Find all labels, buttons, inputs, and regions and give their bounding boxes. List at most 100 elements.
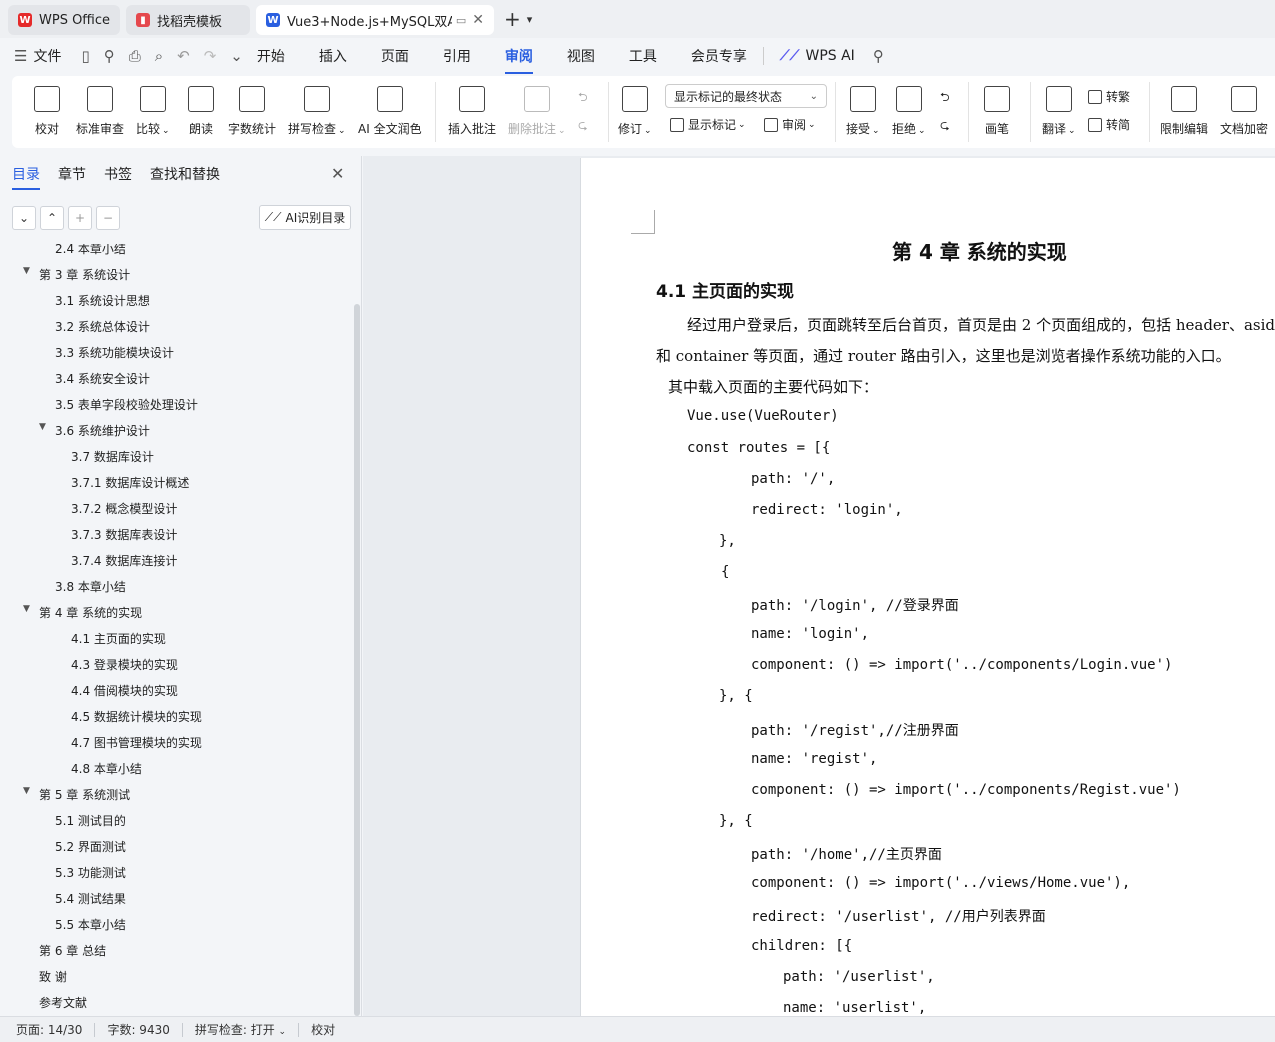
toc-item[interactable]: 5.4 测试结果 xyxy=(55,890,126,907)
toc-item[interactable]: 3.1 系统设计思想 xyxy=(55,292,150,309)
toc-item[interactable]: 4.8 本章小结 xyxy=(71,760,142,777)
caret-down-icon[interactable]: ▼ xyxy=(23,604,30,614)
toc-item[interactable]: ▼ 3.6 系统维护设计 xyxy=(39,422,150,439)
share-icon[interactable]: ⚲ xyxy=(104,47,115,65)
close-icon[interactable]: ✕ xyxy=(331,164,344,183)
chevron-down-icon[interactable]: ▾ xyxy=(527,13,533,26)
pen-button[interactable]: 画笔 xyxy=(984,82,1010,137)
toc-item[interactable]: ▼ 第 3 章 系统设计 xyxy=(23,266,130,283)
menu-insert[interactable]: 插入 xyxy=(319,46,347,66)
toc-item[interactable]: 3.5 表单字段校验处理设计 xyxy=(55,396,198,413)
accept-button[interactable]: 接受 ⌄ xyxy=(846,82,880,137)
tab-wps-office[interactable]: W WPS Office xyxy=(8,5,120,35)
collapse-icon[interactable]: ⌃ xyxy=(40,206,64,230)
toc-item[interactable]: 5.3 功能测试 xyxy=(55,864,126,881)
search-icon[interactable]: ⚲ xyxy=(873,47,884,65)
toc-item[interactable]: 3.7.4 数据库连接计 xyxy=(71,552,177,569)
toc-item[interactable]: 3.3 系统功能模块设计 xyxy=(55,344,174,361)
expand-icon[interactable]: ⌄ xyxy=(12,206,36,230)
ai-toc-button[interactable]: ⟋⟋ AI识别目录 xyxy=(259,205,351,230)
monitor-icon[interactable]: ▭ xyxy=(456,14,466,27)
caret-down-icon[interactable]: ▼ xyxy=(23,266,30,276)
track-changes-button[interactable]: 修订 ⌄ xyxy=(618,82,652,137)
menu-references[interactable]: 引用 xyxy=(443,46,471,66)
toc-item[interactable]: 3.7.1 数据库设计概述 xyxy=(71,474,189,491)
menu-page[interactable]: 页面 xyxy=(381,46,409,66)
to-simplified-button[interactable]: 转简 xyxy=(1088,116,1130,133)
caret-down-icon[interactable]: ▼ xyxy=(23,786,30,796)
spell-check-button[interactable]: 拼写检查 ⌄ xyxy=(288,82,346,137)
menu-home[interactable]: 开始 xyxy=(257,46,285,66)
read-aloud-button[interactable]: 朗读 xyxy=(188,82,214,137)
encrypt-button[interactable]: 文档加密 xyxy=(1220,82,1268,137)
wps-ai-button[interactable]: ⟋⟋ WPS AI xyxy=(780,48,855,64)
next-change-icon[interactable]: ⮎ xyxy=(940,116,950,137)
standard-review-button[interactable]: 标准审查 xyxy=(76,82,124,137)
toc-item[interactable]: 5.1 测试目的 xyxy=(55,812,126,829)
menu-tools[interactable]: 工具 xyxy=(629,46,657,66)
tab-document[interactable]: W Vue3+Node.js+MySQL双A ▭ ✕ xyxy=(256,5,494,35)
toc-item[interactable]: 4.3 登录模块的实现 xyxy=(71,656,178,673)
print-icon[interactable]: ⎙ xyxy=(129,47,141,65)
toc-item[interactable]: ▼ 第 4 章 系统的实现 xyxy=(23,604,142,621)
tab-templates[interactable]: ▮ 找稻壳模板 xyxy=(126,5,250,35)
toc-item[interactable]: 3.4 系统安全设计 xyxy=(55,370,150,387)
menu-member[interactable]: 会员专享 xyxy=(691,46,747,66)
document-page[interactable]: 第 4 章 系统的实现 4.1 主页面的实现 经过用户登录后，页面跳转至后台首页… xyxy=(580,158,1275,1016)
previous-change-icon[interactable]: ⮌ xyxy=(940,88,950,109)
next-comment-icon[interactable]: ⮎ xyxy=(578,116,588,137)
toc-item[interactable]: 4.4 借阅模块的实现 xyxy=(71,682,178,699)
menu-file[interactable]: 文件 xyxy=(33,46,61,66)
delete-comment-button[interactable]: 删除批注 ⌄ xyxy=(508,82,566,137)
word-count-indicator[interactable]: 字数: 9430 xyxy=(107,1021,169,1038)
toc-item[interactable]: ▼ 第 5 章 系统测试 xyxy=(23,786,130,803)
toc-item[interactable]: 5.2 界面测试 xyxy=(55,838,126,855)
print-preview-icon[interactable]: ⌕ xyxy=(155,47,163,65)
toc-item[interactable]: 3.7 数据库设计 xyxy=(71,448,154,465)
chevron-down-icon[interactable]: ⌄ xyxy=(230,47,243,65)
caret-down-icon[interactable]: ▼ xyxy=(39,422,46,432)
review-pane-button[interactable]: 审阅 ⌄ xyxy=(764,116,816,133)
promote-level-icon[interactable]: + xyxy=(68,206,92,230)
demote-level-icon[interactable]: − xyxy=(96,206,120,230)
insert-comment-button[interactable]: 插入批注 xyxy=(448,82,496,137)
toc-item[interactable]: 参考文献 xyxy=(39,994,87,1011)
toc-item[interactable]: 第 6 章 总结 xyxy=(39,942,106,959)
new-tab-icon[interactable]: + xyxy=(504,7,521,31)
toc-item[interactable]: 5.5 本章小结 xyxy=(55,916,126,933)
word-count-button[interactable]: 字数统计 xyxy=(228,82,276,137)
restrict-edit-button[interactable]: 限制编辑 xyxy=(1160,82,1208,137)
tab-chapters[interactable]: 章节 xyxy=(58,164,86,190)
toc-item[interactable]: 4.5 数据统计模块的实现 xyxy=(71,708,202,725)
translate-button[interactable]: 翻译 ⌄ xyxy=(1042,82,1076,137)
toc-item[interactable]: 3.7.3 数据库表设计 xyxy=(71,526,177,543)
previous-comment-icon[interactable]: ⮌ xyxy=(578,88,588,109)
toc-item[interactable]: 4.1 主页面的实现 xyxy=(71,630,166,647)
menu-review[interactable]: 审阅 xyxy=(504,46,533,74)
toc-item[interactable]: 3.2 系统总体设计 xyxy=(55,318,150,335)
menu-view[interactable]: 视图 xyxy=(567,46,595,66)
close-icon[interactable]: ✕ xyxy=(472,12,484,28)
toc-item[interactable]: 致 谢 xyxy=(39,968,67,985)
compare-button[interactable]: 比较 ⌄ xyxy=(136,82,170,137)
tab-toc[interactable]: 目录 xyxy=(12,164,40,190)
spell-check-indicator[interactable]: 拼写检查: 打开 ⌄ xyxy=(195,1021,286,1038)
show-markup-button[interactable]: 显示标记 ⌄ xyxy=(670,116,746,133)
undo-icon[interactable]: ↶ xyxy=(177,47,190,65)
page-indicator[interactable]: 页面: 14/30 xyxy=(16,1021,82,1038)
reject-button[interactable]: 拒绝 ⌄ xyxy=(892,82,926,137)
proofread-indicator[interactable]: 校对 xyxy=(311,1021,335,1038)
toc-item[interactable]: 2.4 本章小结 xyxy=(55,244,126,257)
to-traditional-button[interactable]: 转繁 xyxy=(1088,88,1130,105)
nav-scrollbar[interactable] xyxy=(354,304,360,1016)
save-icon[interactable]: ▯ xyxy=(81,47,89,65)
markup-mode-select[interactable]: 显示标记的最终状态 ⌄ xyxy=(665,84,827,108)
hamburger-icon[interactable]: ☰ xyxy=(14,47,27,65)
redo-icon[interactable]: ↷ xyxy=(204,47,217,65)
toc-item[interactable]: 3.7.2 概念模型设计 xyxy=(71,500,177,517)
proofread-button[interactable]: 校对 xyxy=(34,82,60,137)
tab-bookmarks[interactable]: 书签 xyxy=(104,164,132,190)
ai-polish-button[interactable]: AI 全文润色 xyxy=(358,82,422,137)
tab-find-replace[interactable]: 查找和替换 xyxy=(150,164,220,190)
toc-item[interactable]: 4.7 图书管理模块的实现 xyxy=(71,734,202,751)
